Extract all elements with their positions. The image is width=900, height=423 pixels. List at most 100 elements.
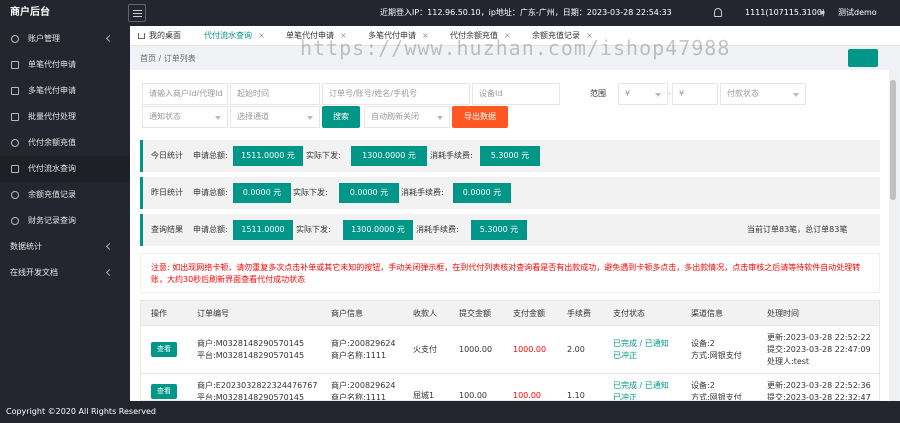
device-id-input[interactable]: 设备Id — [472, 83, 560, 105]
sidebar-item-recharge[interactable]: 代付余额充值 — [0, 130, 130, 156]
stats-title: 今日统计 — [151, 151, 183, 160]
user-menu[interactable]: 1111(107115.3100) — [745, 0, 825, 26]
pay-status-select[interactable]: 付款状态 — [720, 83, 806, 105]
fee-value: 5.3000 元 — [471, 220, 527, 240]
column-header: 提交金额 — [459, 309, 491, 318]
chevron-down-icon — [655, 93, 661, 97]
column-header: 渠道信息 — [691, 309, 723, 318]
range-label: 范围 — [590, 89, 606, 98]
close-icon[interactable]: × — [258, 31, 265, 40]
stats-yesterday: 昨日统计 申请总额: 0.0000 元 实际下发: 0.0000 元 消耗手续费… — [140, 177, 880, 209]
pay-status: 已完成 / 已通知 — [613, 339, 669, 348]
submit-amount: 1000.00 — [459, 345, 493, 354]
handler: 处理人:test — [767, 357, 810, 366]
brand-title: 商户后台 — [0, 0, 130, 26]
home-icon — [138, 33, 145, 39]
footer: Copyright ©2020 All Rights Reserved — [0, 401, 900, 423]
sidebar-item-multi-payout[interactable]: 多笔代付申请 — [0, 78, 130, 104]
fee-label: 消耗手续费: — [416, 225, 459, 234]
chevron-left-icon — [105, 34, 114, 43]
coin-icon — [11, 191, 19, 199]
paid-value: 0.0000 元 — [339, 183, 399, 203]
scroll-thumb[interactable] — [890, 80, 896, 200]
sidebar-section-docs[interactable]: 在线开发文档 — [0, 260, 130, 286]
channel-method: 方式:网银支付 — [691, 393, 742, 401]
sidebar-item-label: 代付流水查询 — [28, 164, 76, 173]
watermark-text: https://www.huzhan.com/ishop47988 — [300, 36, 731, 60]
sidebar-item-label: 账户管理 — [28, 34, 60, 43]
sidebar-item-label: 财务记录查询 — [28, 216, 76, 225]
order-merchant-no: 商户:M0328148290570145 — [197, 339, 305, 348]
print-icon — [11, 113, 19, 121]
top-bar: 商户后台 近期登入IP：112.96.50.10，ip地址：广东-广州，日期：2… — [0, 0, 900, 26]
apply-value: 1511.0000 元 — [233, 146, 303, 166]
search-button[interactable]: 搜索 — [322, 106, 360, 128]
fee-label: 消耗手续费: — [430, 151, 473, 160]
fee: 1.10 — [567, 391, 585, 400]
table-row: 查看 商户:M0328148290570145 平台:M032814829057… — [140, 326, 880, 374]
min-amount-input[interactable]: ¥ — [618, 83, 668, 105]
sidebar-item-finance[interactable]: 财务记录查询 — [0, 208, 130, 234]
chevron-left-icon — [105, 242, 114, 251]
chevron-down-icon — [437, 116, 443, 120]
view-button[interactable]: 查看 — [151, 342, 177, 357]
chevron-down-icon — [307, 116, 313, 120]
merchant-name: 商户名称:1111 — [331, 351, 387, 360]
fee-value: 5.3000 元 — [480, 146, 540, 166]
sidebar-item-single-payout[interactable]: 单笔代付申请 — [0, 52, 130, 78]
max-amount-input[interactable]: ¥ — [672, 83, 718, 105]
tab-payout-query[interactable]: 代付流水查询 × — [204, 26, 265, 46]
sidebar-item-batch-payout[interactable]: 批量代付处理 — [0, 104, 130, 130]
sidebar: 账户管理 单笔代付申请 多笔代付申请 批量代付处理 代付余额充值 代付流水查询 … — [0, 26, 130, 401]
reversal-status: 已冲正 — [613, 393, 637, 401]
column-header: 手续费 — [567, 309, 591, 318]
export-button[interactable]: 导出数据 — [452, 106, 508, 128]
order-count-summary: 当前订单83笔，总订单83笔 — [747, 225, 848, 234]
channel-device: 设备:2 — [691, 381, 715, 390]
channel-device: 设备:2 — [691, 339, 715, 348]
sidebar-section-stats[interactable]: 数据统计 — [0, 234, 130, 260]
tab-home[interactable]: 我的桌面 — [138, 26, 181, 46]
chevron-down-icon — [793, 93, 799, 97]
channel-method: 方式:网银支付 — [691, 351, 742, 360]
sidebar-item-account[interactable]: 账户管理 — [0, 26, 130, 52]
sidebar-item-label: 在线开发文档 — [10, 268, 58, 277]
chevron-left-icon — [105, 268, 114, 277]
paid-label: 实际下发: — [296, 225, 331, 234]
apply-label: 申请总额: — [193, 151, 228, 160]
stats-today: 今日统计 申请总额: 1511.0000 元 实际下发: 1300.0000 元… — [140, 140, 880, 172]
notify-status-select[interactable]: 通知状态 — [142, 106, 228, 128]
bell-icon[interactable] — [714, 8, 722, 17]
column-header: 商户信息 — [331, 309, 363, 318]
fee-value: 0.0000 元 — [453, 183, 511, 203]
paid-label: 实际下发: — [293, 188, 328, 197]
update-time: 更新:2023-03-28 22:52:22 — [767, 333, 871, 342]
auto-refresh-select[interactable]: 自动刷新关闭 — [364, 106, 450, 128]
breadcrumb: 首页 / 订单列表 — [140, 54, 196, 63]
chevron-down-icon[interactable] — [819, 11, 825, 15]
paid-amount: 100.00 — [513, 391, 541, 400]
view-button[interactable]: 查看 — [151, 384, 177, 399]
sidebar-item-recharge-records[interactable]: 余额充值记录 — [0, 182, 130, 208]
account-name[interactable]: 测试demo — [838, 0, 877, 26]
table-row: 查看 商户:E2023032822324476767 平台:M032814829… — [140, 374, 880, 401]
payee: 火支付 — [413, 345, 437, 354]
submit-time: 提交:2023-03-28 22:47:09 — [767, 345, 871, 354]
apply-label: 申请总额: — [193, 188, 228, 197]
sidebar-item-label: 批量代付处理 — [28, 112, 76, 121]
login-info: 近期登入IP：112.96.50.10，ip地址：广东-广州，日期：2023-0… — [380, 8, 672, 17]
start-time-input[interactable]: 起始时间 — [230, 83, 320, 105]
menu-toggle-icon[interactable] — [128, 4, 146, 22]
sidebar-item-label: 代付余额充值 — [28, 138, 76, 147]
sidebar-item-payout-query[interactable]: 代付流水查询 — [0, 156, 130, 182]
refresh-button[interactable] — [848, 49, 878, 67]
stats-title: 昨日统计 — [151, 188, 183, 197]
merchant-id: 商户:200829624 — [331, 381, 396, 390]
order-search-input[interactable]: 订单号/账号/姓名/手机号 — [322, 83, 470, 105]
channel-select[interactable]: 选择通道 — [230, 106, 320, 128]
paid-label: 实际下发: — [306, 151, 341, 160]
merchant-id-input[interactable]: 请输入商户Id/代理Id — [142, 83, 228, 105]
scrollbar[interactable] — [889, 70, 897, 401]
submit-time: 提交:2023-03-28 22:32:47 — [767, 393, 871, 401]
merchant-name: 商户名称:1111 — [331, 393, 387, 401]
